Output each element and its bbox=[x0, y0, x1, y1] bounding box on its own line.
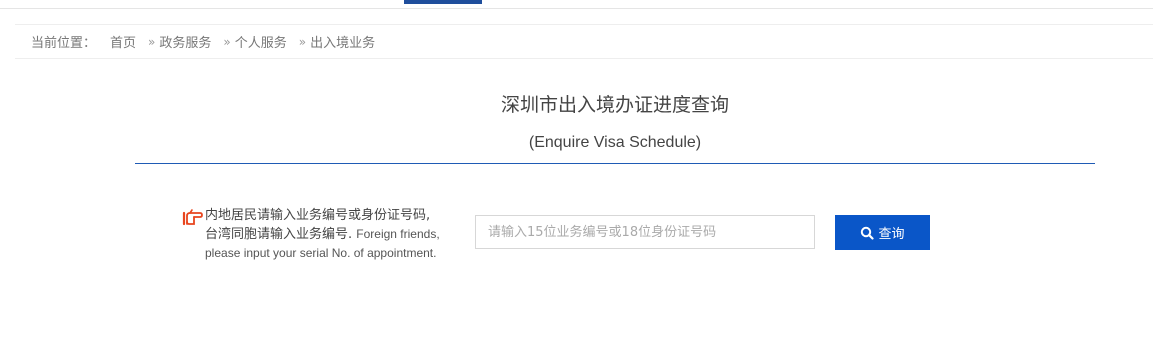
breadcrumb-separator: » bbox=[148, 34, 156, 49]
breadcrumb-item-home[interactable]: 首页 bbox=[110, 32, 136, 51]
breadcrumb-item-government-services[interactable]: 政务服务 bbox=[159, 32, 211, 51]
nav-active-indicator bbox=[404, 0, 482, 4]
query-button[interactable]: 查询 bbox=[835, 215, 930, 250]
breadcrumb-item-exit-entry[interactable]: 出入境业务 bbox=[310, 32, 375, 51]
hint-line-taiwan: 台湾同胞请输入业务编号. Foreign friends, bbox=[205, 225, 465, 244]
hint-foreign-text: Foreign friends, bbox=[356, 227, 440, 241]
serial-number-input[interactable] bbox=[475, 215, 815, 249]
hint-line-foreign: please input your serial No. of appointm… bbox=[205, 246, 437, 260]
query-button-label: 查询 bbox=[878, 227, 905, 242]
search-icon bbox=[861, 226, 875, 240]
header-divider bbox=[0, 8, 1153, 9]
title-divider bbox=[135, 163, 1095, 164]
breadcrumb-separator: » bbox=[223, 34, 231, 49]
page-title: 深圳市出入境办证进度查询 bbox=[500, 94, 729, 116]
breadcrumb-prefix: 当前位置： bbox=[31, 36, 97, 51]
breadcrumb-separator: » bbox=[298, 34, 307, 49]
breadcrumb: 当前位置： 首页 » 政务服务 » 个人服务 » 出入境业务 bbox=[15, 24, 1153, 59]
pointing-hand-icon bbox=[182, 209, 203, 226]
page-subtitle: (Enquire Visa Schedule) bbox=[528, 134, 702, 151]
breadcrumb-item-personal-services[interactable]: 个人服务 bbox=[235, 32, 287, 51]
hint-taiwan-text: 台湾同胞请输入业务编号. bbox=[205, 227, 353, 242]
hint-line-mainland: 内地居民请输入业务编号或身份证号码, bbox=[205, 208, 431, 223]
input-instructions: 内地居民请输入业务编号或身份证号码, 台湾同胞请输入业务编号. Foreign … bbox=[205, 206, 465, 263]
